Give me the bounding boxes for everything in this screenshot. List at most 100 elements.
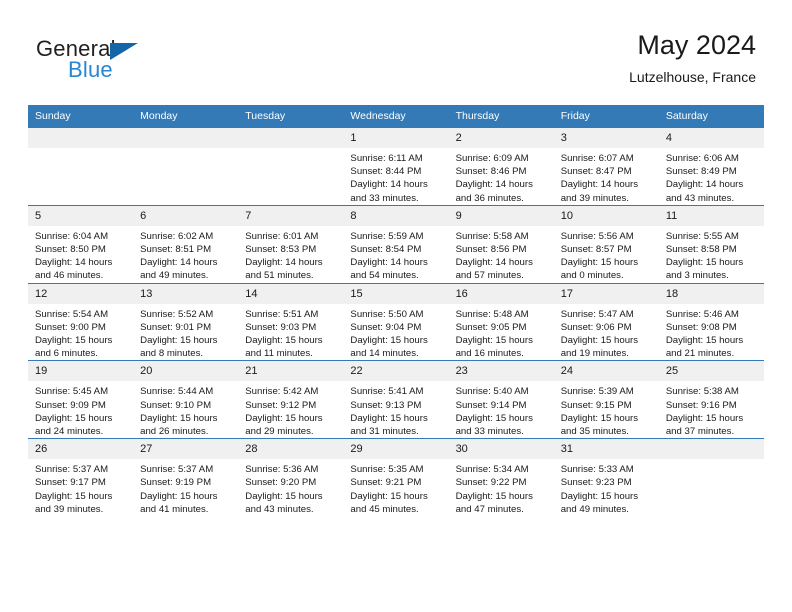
- calendar-day-cell[interactable]: 12 Sunrise: 5:54 AM Sunset: 9:00 PM Dayligh…: [28, 282, 134, 361]
- calendar-day-cell[interactable]: 19 Sunrise: 5:45 AM Sunset: 9:09 PM Dayligh…: [28, 360, 134, 439]
- daylight-text-line2: and 19 minutes.: [560, 348, 629, 360]
- calendar-day-cell[interactable]: 6 Sunrise: 6:02 AM Sunset: 8:51 PM Daylight…: [133, 204, 239, 284]
- sunset-text: Sunset: 8:50 PM: [35, 244, 106, 256]
- day-number: 23: [448, 361, 554, 382]
- daylight-text-line2: and 43 minutes.: [665, 192, 735, 204]
- sunrise-text: Sunrise: 5:44 AM: [140, 386, 214, 398]
- daylight-text-line2: and 51 minutes.: [245, 270, 314, 282]
- calendar-day-cell[interactable]: 22 Sunrise: 5:41 AM Sunset: 9:13 PM Dayligh…: [343, 360, 449, 439]
- day-details: Sunrise: 5:37 AM Sunset: 9:19 PM Daylight:…: [133, 459, 238, 516]
- sunset-text: Sunset: 9:15 PM: [560, 399, 632, 411]
- daylight-text-line1: Daylight: 15 hours: [455, 412, 533, 424]
- daylight-text-line2: and 41 minutes.: [140, 503, 209, 515]
- day-number: 15: [343, 283, 449, 304]
- daylight-text-line2: and 16 minutes.: [455, 348, 524, 360]
- day-number: 31: [553, 439, 659, 460]
- daylight-text-line1: Daylight: 15 hours: [665, 335, 744, 347]
- daylight-text-line2: and 6 minutes.: [35, 348, 98, 360]
- calendar-day-cell[interactable]: 18 Sunrise: 5:46 AM Sunset: 9:08 PM Dayligh…: [658, 282, 764, 361]
- calendar-day-cell[interactable]: 20 Sunrise: 5:44 AM Sunset: 9:10 PM Dayligh…: [133, 360, 239, 439]
- calendar-day-cell[interactable]: 11 Sunrise: 5:55 AM Sunset: 8:58 PM Dayligh…: [658, 204, 764, 284]
- sunrise-text: Sunrise: 5:48 AM: [455, 308, 529, 320]
- calendar-table: Sunday Monday Tuesday Wednesday Thursday…: [28, 105, 764, 517]
- calendar-day-cell[interactable]: 3 Sunrise: 6:07 AM Sunset: 8:47 PM Daylight…: [553, 127, 659, 206]
- calendar-day-cell[interactable]: 30 Sunrise: 5:34 AM Sunset: 9:22 PM Dayligh…: [448, 438, 554, 517]
- daylight-text-line1: Daylight: 15 hours: [140, 335, 218, 347]
- day-number: 17: [553, 283, 659, 304]
- calendar-day-cell[interactable]: 1 Sunrise: 6:11 AM Sunset: 8:44 PM Daylight…: [343, 127, 449, 206]
- daylight-text-line1: Daylight: 14 hours: [35, 257, 113, 269]
- day-number: 19: [28, 361, 134, 382]
- calendar-day-cell[interactable]: 16 Sunrise: 5:48 AM Sunset: 9:05 PM Dayligh…: [448, 282, 554, 361]
- general-blue-logo[interactable]: General Blue: [36, 36, 236, 92]
- calendar-day-cell[interactable]: 28 Sunrise: 5:36 AM Sunset: 9:20 PM Dayligh…: [238, 438, 344, 517]
- calendar-day-cell[interactable]: 13 Sunrise: 5:52 AM Sunset: 9:01 PM Dayligh…: [133, 282, 239, 361]
- day-number: 9: [448, 205, 554, 226]
- sunset-text: Sunset: 9:05 PM: [455, 321, 527, 333]
- sunset-text: Sunset: 9:08 PM: [665, 321, 737, 333]
- sunrise-text: Sunrise: 5:56 AM: [560, 230, 634, 242]
- sunset-text: Sunset: 9:20 PM: [245, 477, 317, 489]
- calendar-day-cell[interactable]: 24 Sunrise: 5:39 AM Sunset: 9:15 PM Dayligh…: [553, 360, 659, 439]
- sunrise-text: Sunrise: 5:55 AM: [665, 230, 739, 242]
- sunset-text: Sunset: 9:13 PM: [350, 399, 422, 411]
- sunrise-text: Sunrise: 5:33 AM: [560, 464, 634, 476]
- day-details: Sunrise: 6:11 AM Sunset: 8:44 PM Daylight:…: [343, 148, 448, 205]
- calendar-day-cell[interactable]: 31 Sunrise: 5:33 AM Sunset: 9:23 PM Dayligh…: [553, 438, 659, 517]
- calendar-day-cell[interactable]: 7 Sunrise: 6:01 AM Sunset: 8:53 PM Daylight…: [238, 204, 344, 284]
- daylight-text-line1: Daylight: 15 hours: [245, 335, 323, 347]
- daylight-text-line2: and 11 minutes.: [245, 348, 313, 360]
- daylight-text-line2: and 39 minutes.: [35, 503, 104, 515]
- day-details: Sunrise: 5:52 AM Sunset: 9:01 PM Daylight:…: [133, 304, 238, 361]
- daylight-text-line1: Daylight: 15 hours: [350, 335, 428, 347]
- calendar-day-cell[interactable]: 4 Sunrise: 6:06 AM Sunset: 8:49 PM Daylight…: [658, 127, 764, 206]
- sunset-text: Sunset: 8:56 PM: [455, 244, 527, 256]
- day-number: 8: [343, 205, 449, 226]
- daylight-text-line1: Daylight: 15 hours: [35, 412, 113, 424]
- calendar-day-cell[interactable]: 8 Sunrise: 5:59 AM Sunset: 8:54 PM Daylight…: [343, 204, 449, 284]
- sunset-text: Sunset: 8:57 PM: [560, 244, 632, 256]
- calendar-day-cell[interactable]: 27 Sunrise: 5:37 AM Sunset: 9:19 PM Dayligh…: [133, 438, 239, 517]
- triangle-icon: [110, 43, 138, 60]
- day-number: 26: [28, 439, 134, 460]
- day-number: 24: [553, 361, 659, 382]
- day-details: Sunrise: 5:33 AM Sunset: 9:23 PM Daylight:…: [554, 459, 659, 516]
- calendar-day-cell-empty: [658, 438, 764, 517]
- daylight-text-line2: and 45 minutes.: [350, 503, 419, 515]
- calendar-day-cell[interactable]: 21 Sunrise: 5:42 AM Sunset: 9:12 PM Dayligh…: [238, 360, 344, 439]
- sunset-text: Sunset: 9:22 PM: [455, 477, 527, 489]
- daylight-text-line2: and 49 minutes.: [560, 503, 629, 515]
- sunset-text: Sunset: 9:01 PM: [140, 321, 212, 333]
- calendar-week-row: 1 Sunrise: 6:11 AM Sunset: 8:44 PM Daylight…: [28, 127, 764, 206]
- daylight-text-line1: Daylight: 15 hours: [35, 335, 113, 347]
- daylight-text-line2: and 49 minutes.: [140, 270, 209, 282]
- sunrise-text: Sunrise: 5:37 AM: [140, 464, 214, 476]
- daylight-text-line2: and 31 minutes.: [350, 426, 419, 438]
- calendar-day-cell[interactable]: 25 Sunrise: 5:38 AM Sunset: 9:16 PM Dayligh…: [658, 360, 764, 439]
- sunrise-text: Sunrise: 6:06 AM: [665, 153, 739, 164]
- calendar-day-cell[interactable]: 15 Sunrise: 5:50 AM Sunset: 9:04 PM Dayligh…: [343, 282, 449, 361]
- daylight-text-line1: Daylight: 15 hours: [245, 490, 323, 502]
- calendar-day-cell[interactable]: 9 Sunrise: 5:58 AM Sunset: 8:56 PM Daylight…: [448, 204, 554, 284]
- daylight-text-line1: Daylight: 14 hours: [245, 257, 323, 269]
- sunrise-text: Sunrise: 5:42 AM: [245, 386, 319, 398]
- day-details: Sunrise: 5:44 AM Sunset: 9:10 PM Daylight:…: [133, 381, 238, 438]
- day-details: Sunrise: 5:51 AM Sunset: 9:03 PM Daylight:…: [238, 304, 343, 361]
- weekday-header-sunday: Sunday: [28, 105, 134, 128]
- calendar-day-cell[interactable]: 10 Sunrise: 5:56 AM Sunset: 8:57 PM Dayligh…: [553, 204, 659, 284]
- sunrise-text: Sunrise: 5:59 AM: [350, 230, 424, 242]
- calendar-day-cell[interactable]: 14 Sunrise: 5:51 AM Sunset: 9:03 PM Dayligh…: [238, 282, 344, 361]
- sunset-text: Sunset: 8:44 PM: [350, 166, 422, 178]
- calendar-day-cell[interactable]: 2 Sunrise: 6:09 AM Sunset: 8:46 PM Daylight…: [448, 127, 554, 206]
- calendar-day-cell[interactable]: 26 Sunrise: 5:37 AM Sunset: 9:17 PM Dayligh…: [28, 438, 134, 517]
- calendar-day-cell[interactable]: 17 Sunrise: 5:47 AM Sunset: 9:06 PM Dayligh…: [553, 282, 659, 361]
- sunrise-text: Sunrise: 6:02 AM: [140, 230, 214, 242]
- daylight-text-line1: Daylight: 15 hours: [455, 490, 533, 502]
- sunset-text: Sunset: 9:09 PM: [35, 399, 106, 411]
- daylight-text-line1: Daylight: 14 hours: [560, 179, 639, 191]
- calendar-day-cell[interactable]: 5 Sunrise: 6:04 AM Sunset: 8:50 PM Daylight…: [28, 204, 134, 284]
- day-details: Sunrise: 5:58 AM Sunset: 8:56 PM Daylight:…: [449, 226, 554, 283]
- calendar-day-cell[interactable]: 29 Sunrise: 5:35 AM Sunset: 9:21 PM Dayligh…: [343, 438, 449, 517]
- calendar-day-cell[interactable]: 23 Sunrise: 5:40 AM Sunset: 9:14 PM Dayligh…: [448, 360, 554, 439]
- daylight-text-line1: Daylight: 15 hours: [350, 490, 428, 502]
